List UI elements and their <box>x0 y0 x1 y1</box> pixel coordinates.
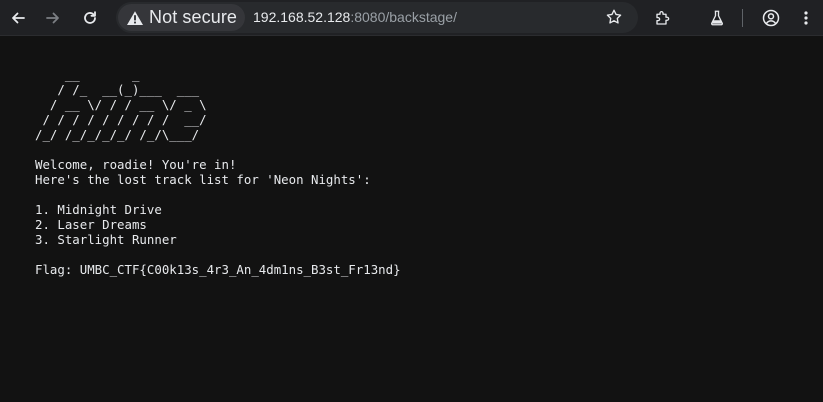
url-text[interactable]: 192.168.52.128:8080/backstage/ <box>253 2 457 33</box>
ascii-art-line: / __ \/ / / __ \/ _ \ <box>35 97 207 112</box>
puzzle-icon <box>656 11 670 25</box>
menu-button[interactable] <box>792 4 820 32</box>
track-item: 1. Midnight Drive <box>35 202 162 217</box>
ascii-art-line: / /_ __(_)___ ___ <box>35 82 200 97</box>
terminal-output: __ _ / /_ __(_)___ ___ / __ \/ / / __ \/… <box>35 67 401 277</box>
not-secure-label: Not secure <box>149 7 238 27</box>
browser-toolbar: Not secure 192.168.52.128:8080/backstage… <box>0 0 823 36</box>
url-path: :8080/backstage/ <box>350 9 457 25</box>
bookmark-button[interactable] <box>600 3 628 31</box>
track-item: 3. Starlight Runner <box>35 232 177 247</box>
reload-button[interactable] <box>76 4 104 32</box>
ascii-art-line: __ _ <box>35 67 140 82</box>
labs-button[interactable] <box>703 4 731 32</box>
address-bar[interactable]: Not secure 192.168.52.128:8080/backstage… <box>116 2 638 33</box>
security-chip[interactable]: Not secure <box>118 4 246 31</box>
back-button[interactable] <box>4 4 32 32</box>
forward-button[interactable] <box>39 4 67 32</box>
url-host: 192.168.52.128 <box>253 9 351 25</box>
welcome-message: Welcome, roadie! You're in! <box>35 157 237 172</box>
arrow-left-icon <box>12 12 25 24</box>
extensions-button[interactable] <box>649 4 677 32</box>
flag-text: Flag: UMBC_CTF{C00k13s_4r3_An_4dm1ns_B3s… <box>35 262 401 277</box>
star-icon <box>606 9 622 24</box>
ascii-art-line: /_/ /_/_/_/_/ /_/\___/ <box>35 127 200 142</box>
profile-button[interactable] <box>757 4 785 32</box>
page-content: __ _ / /_ __(_)___ ___ / __ \/ / / __ \/… <box>0 36 823 402</box>
intro-message: Here's the lost track list for 'Neon Nig… <box>35 172 371 187</box>
more-vertical-icon <box>804 11 808 25</box>
track-item: 2. Laser Dreams <box>35 217 147 232</box>
account-icon <box>762 9 780 27</box>
arrow-right-icon <box>46 12 59 24</box>
warning-icon <box>127 10 143 25</box>
toolbar-divider <box>742 9 743 27</box>
flask-icon <box>711 10 723 26</box>
reload-icon <box>84 11 96 24</box>
ascii-art-line: / / / / / / / / / __/ <box>35 112 207 127</box>
